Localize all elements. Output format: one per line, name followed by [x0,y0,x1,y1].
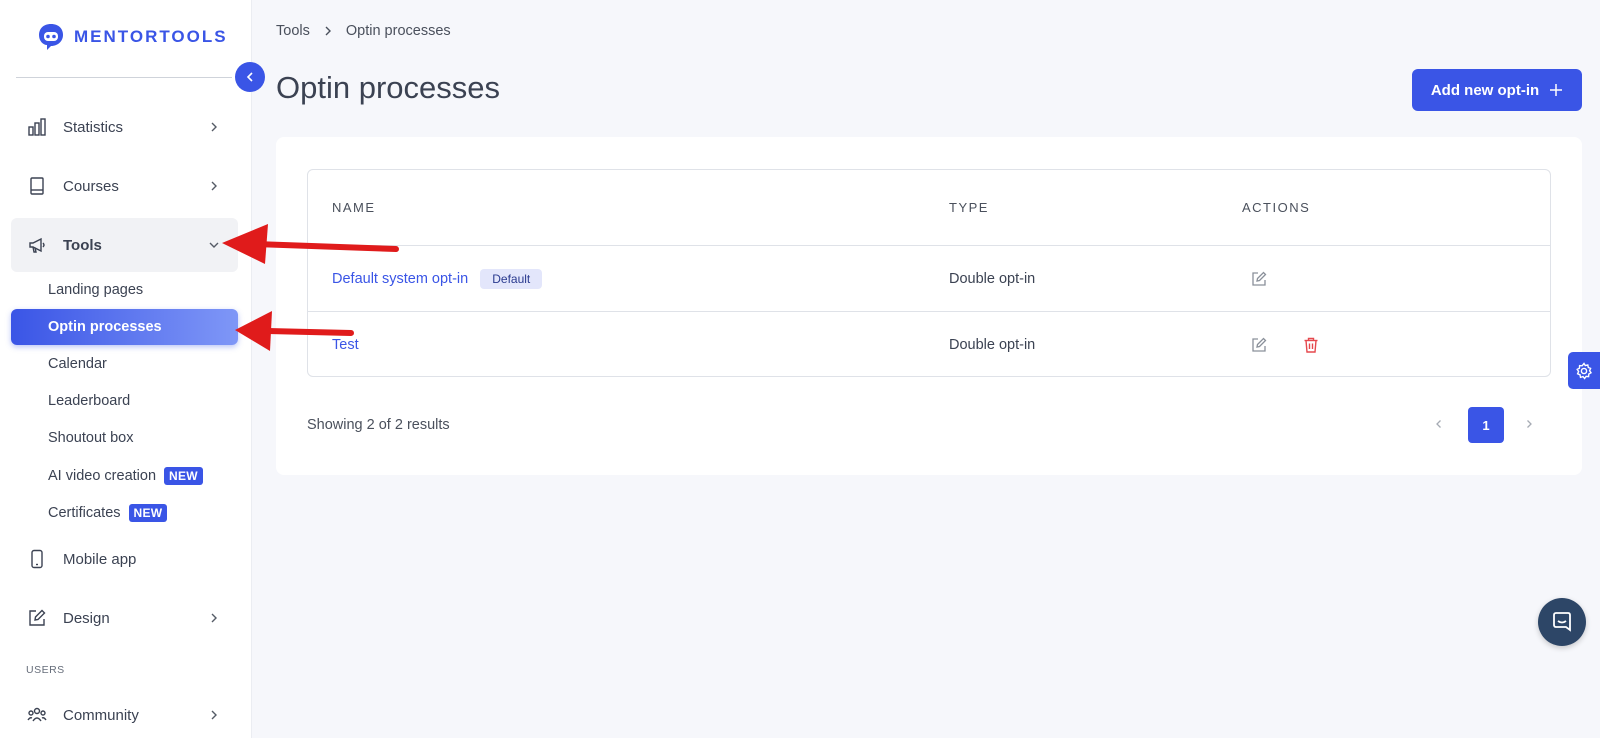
sidebar-subitem-shoutout-box[interactable]: Shoutout box [11,420,238,456]
default-badge: Default [480,268,543,289]
optin-table: NAME TYPE ACTIONS Default system opt-in … [307,169,1551,377]
sidebar-subitem-label: Shoutout box [48,430,134,446]
optin-card: NAME TYPE ACTIONS Default system opt-in … [276,137,1582,475]
add-new-optin-button[interactable]: Add new opt-in [1412,69,1582,111]
sidebar-divider [16,77,232,78]
sidebar-item-community[interactable]: Community [11,688,238,738]
chevron-right-icon [1527,420,1532,428]
robot-logo-icon [39,24,63,50]
section-label-users: USERS [26,664,65,676]
sidebar-item-label: Design [63,609,110,627]
page-title: Optin processes [276,70,500,105]
settings-tab-button[interactable] [1568,352,1600,389]
table-header: NAME TYPE ACTIONS [308,170,1550,246]
edit-icon[interactable] [1249,269,1269,289]
gear-icon [1576,361,1593,380]
pagination-page-button[interactable]: 1 [1468,407,1504,443]
chevron-right-icon [325,26,331,36]
results-count: Showing 2 of 2 results [307,417,450,433]
collapse-sidebar-button[interactable] [235,62,265,92]
new-badge: NEW [128,504,168,522]
sidebar-subitem-certificates[interactable]: Certificates NEW [11,495,238,531]
brand-name: MENTORTOOLS [74,27,228,46]
chevron-left-icon [246,72,253,82]
sidebar-item-courses[interactable]: Courses [11,159,238,213]
book-icon [27,176,47,196]
column-header-name: NAME [332,200,376,215]
sidebar-item-design[interactable]: Design [11,591,238,645]
chevron-left-icon [1436,420,1441,428]
sidebar-item-label: Community [63,706,139,724]
sidebar-item-label: Mobile app [63,550,137,568]
sidebar-subitem-label: AI video creation [48,468,157,484]
pagination-prev-button[interactable] [1429,414,1449,434]
sidebar-item-mobile-app[interactable]: Mobile app [11,532,238,586]
optin-name-link[interactable]: Test [332,337,359,353]
pencil-square-icon [27,608,47,628]
megaphone-icon [27,235,47,255]
plus-icon [1550,84,1563,96]
optin-name-cell: Default system opt-in Default [332,268,543,289]
table-row: Test Double opt-in [308,312,1550,378]
breadcrumb-current: Optin processes [345,23,451,39]
sidebar: MENTORTOOLS Statistics Courses Tools Lan… [0,0,252,738]
trash-icon[interactable] [1301,335,1321,355]
chevron-down-icon [209,242,219,248]
sidebar-subitem-label: Calendar [48,356,107,372]
column-header-actions: ACTIONS [1242,200,1311,215]
sidebar-item-statistics[interactable]: Statistics [11,100,238,154]
users-icon [27,705,47,725]
sidebar-subitem-label: Optin processes [48,319,162,335]
add-button-label: Add new opt-in [1430,81,1540,99]
optin-type-cell: Double opt-in [949,337,1036,353]
chevron-right-icon [211,710,217,720]
sidebar-subitem-calendar[interactable]: Calendar [11,346,238,382]
smartphone-icon [27,549,47,569]
sidebar-subitem-label: Certificates [48,505,121,521]
sidebar-item-label: Courses [63,177,119,195]
optin-name-cell: Test [332,337,359,353]
optin-type-cell: Double opt-in [949,270,1036,287]
pagination-next-button[interactable] [1519,414,1539,434]
new-badge: NEW [164,467,203,485]
brand-logo[interactable]: MENTORTOOLS [36,22,228,52]
chat-widget-button[interactable] [1538,598,1586,646]
column-header-type: TYPE [949,200,989,215]
breadcrumb: Tools Optin processes [276,23,451,39]
edit-icon[interactable] [1249,335,1269,355]
chevron-right-icon [211,122,217,132]
chevron-right-icon [211,613,217,623]
sidebar-subitem-label: Leaderboard [48,393,131,409]
sidebar-subitem-optin-processes[interactable]: Optin processes [11,309,238,345]
breadcrumb-root[interactable]: Tools [276,23,310,39]
sidebar-subitem-ai-video-creation[interactable]: AI video creation NEW [11,458,238,494]
optin-name-link[interactable]: Default system opt-in [332,270,468,286]
sidebar-subitem-label: Landing pages [48,282,144,298]
bar-chart-icon [27,117,47,137]
chevron-right-icon [211,181,217,191]
sidebar-item-tools[interactable]: Tools [11,218,238,272]
table-row: Default system opt-in Default Double opt… [308,246,1550,312]
chat-icon [1553,612,1571,632]
sidebar-item-label: Statistics [63,118,124,136]
sidebar-subitem-leaderboard[interactable]: Leaderboard [11,383,238,419]
sidebar-item-label: Tools [63,236,102,254]
sidebar-subitem-landing-pages[interactable]: Landing pages [11,272,238,308]
